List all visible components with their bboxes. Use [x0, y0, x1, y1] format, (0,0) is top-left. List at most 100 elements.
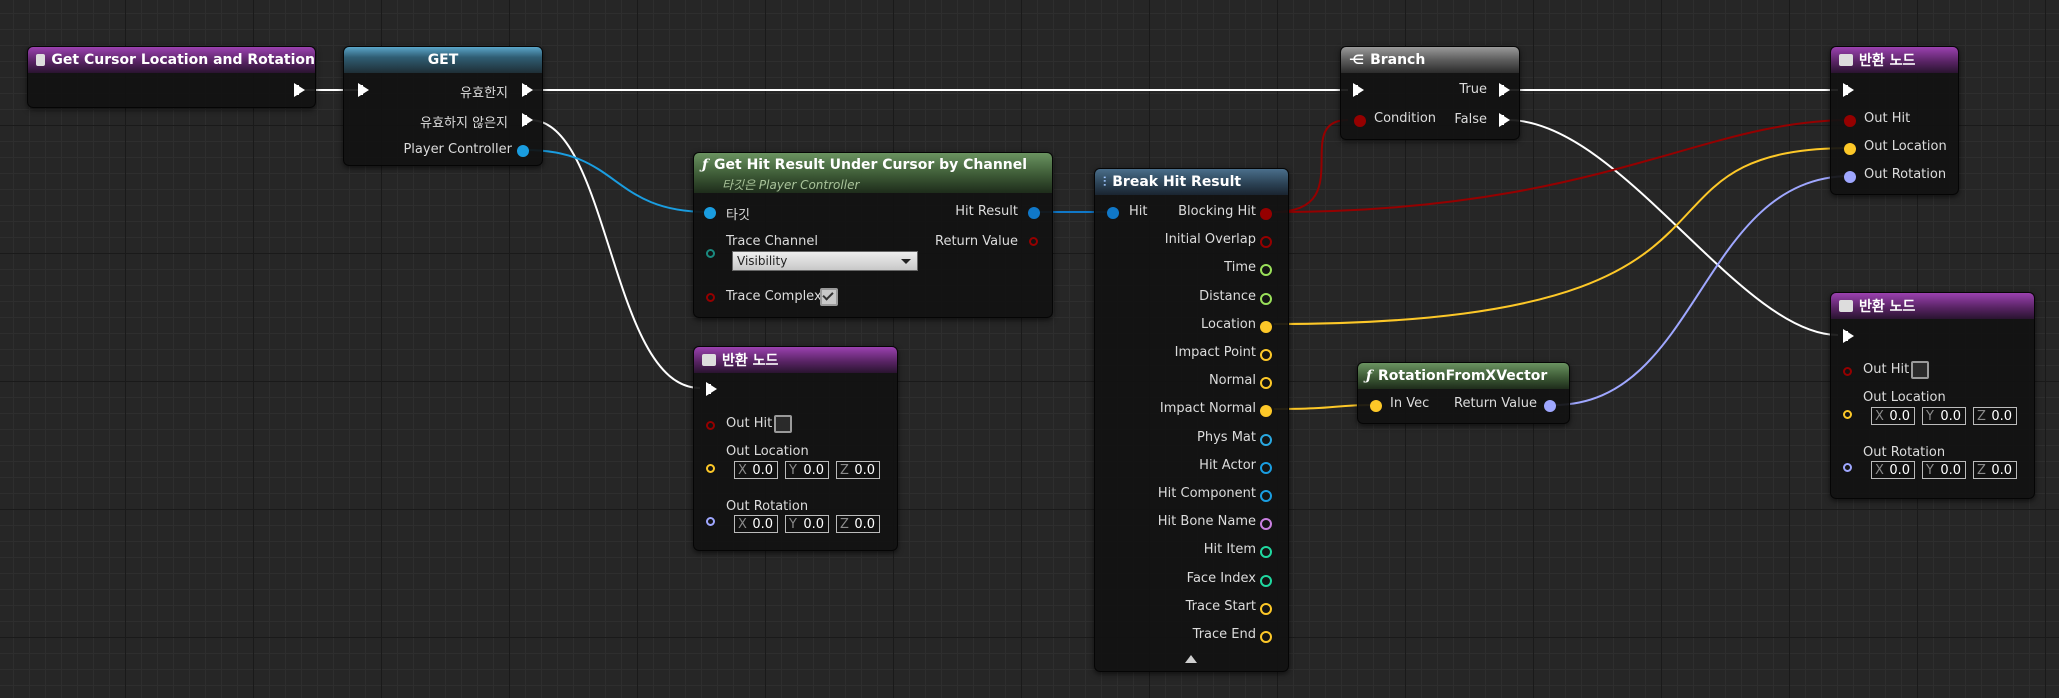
in-vec-pin[interactable] — [1370, 400, 1382, 412]
return-node-icon — [1839, 300, 1853, 312]
trace-channel-pin[interactable] — [706, 249, 715, 258]
out-rotation-pin[interactable] — [1844, 171, 1856, 183]
out-location-x-field[interactable]: X 0.0 — [734, 461, 778, 479]
hit-result-pin[interactable] — [1028, 207, 1040, 219]
out-rotation-y-field[interactable]: Y 0.0 — [1922, 461, 1966, 479]
node-get-hit-result-under-cursor[interactable]: ƒ Get Hit Result Under Cursor by Channel… — [693, 152, 1053, 318]
node-get-cursor-location-rotation[interactable]: Get Cursor Location and Rotation — [27, 46, 316, 108]
node-title: 반환 노드 — [722, 353, 779, 369]
break-pin-location[interactable] — [1260, 320, 1272, 333]
break-pin-blocking-hit[interactable] — [1260, 208, 1272, 220]
out-hit-checkbox[interactable] — [774, 415, 792, 433]
break-pin-hit-bone-name[interactable] — [1260, 518, 1272, 531]
out-rotation-z-field[interactable]: Z 0.0 — [836, 515, 880, 533]
out-hit-label: Out Hit — [1864, 111, 1911, 126]
condition-pin[interactable] — [1354, 115, 1366, 127]
break-pin-distance[interactable] — [1260, 292, 1272, 305]
out-hit-pin[interactable] — [1843, 367, 1852, 376]
chevron-down-icon — [901, 259, 911, 264]
out-location-y-field[interactable]: Y 0.0 — [1922, 407, 1966, 425]
trace-channel-dropdown[interactable]: Visibility — [732, 251, 918, 271]
out-rotation-z-field[interactable]: Z 0.0 — [1973, 461, 2017, 479]
return-value-pin[interactable] — [1544, 400, 1556, 412]
out-location-x-field[interactable]: X 0.0 — [1871, 407, 1915, 425]
node-branch[interactable]: ⋲ Branch True Condition False — [1340, 46, 1520, 140]
player-controller-pin[interactable] — [517, 145, 529, 157]
out-location-y-field[interactable]: Y 0.0 — [785, 461, 829, 479]
break-pin-initial-overlap[interactable] — [1260, 236, 1272, 249]
x-value: 0.0 — [752, 462, 773, 478]
break-pin-label: Face Index — [1186, 570, 1256, 586]
exec-input-pin[interactable] — [358, 83, 369, 97]
break-pin-hit-component[interactable] — [1260, 490, 1272, 502]
trace-channel-label: Trace Channel — [726, 234, 818, 249]
false-label: False — [1454, 112, 1487, 127]
object-wire-pc-target — [525, 149, 709, 213]
node-header: ƒ RotationFromXVector — [1358, 363, 1569, 389]
z-axis-label: Z — [840, 516, 849, 532]
out-location-z-field[interactable]: Z 0.0 — [836, 461, 880, 479]
node-break-hit-result[interactable]: ⫶ Break Hit Result Hit Blocking Hit Initi… — [1094, 168, 1289, 672]
collapse-arrow-icon[interactable] — [1185, 655, 1197, 663]
break-pin-label: Initial Overlap — [1164, 232, 1256, 248]
exec-input-pin[interactable] — [1353, 83, 1364, 97]
break-pin-phys-mat[interactable] — [1260, 433, 1272, 446]
out-rotation-pin[interactable] — [706, 517, 715, 526]
break-pin-time[interactable] — [1260, 264, 1272, 277]
node-return-true[interactable]: 반환 노드 Out Hit Out Location Out Rotation — [1830, 46, 1959, 195]
target-pin[interactable] — [704, 207, 716, 219]
out-rotation-x-field[interactable]: X 0.0 — [1871, 461, 1915, 479]
node-return-invalid[interactable]: 반환 노드 Out Hit Out Location X 0.0 Y 0.0 Z 0.… — [693, 346, 898, 551]
node-header: ⋲ Branch — [1341, 47, 1519, 73]
out-location-z-field[interactable]: Z 0.0 — [1973, 407, 2017, 425]
node-get[interactable]: GET 유효한지 유효하지 않은지 Player Controller — [343, 46, 543, 166]
exec-true-pin[interactable] — [1499, 83, 1510, 97]
break-pin-normal[interactable] — [1260, 377, 1272, 390]
break-pin-face-index[interactable] — [1260, 574, 1272, 587]
trace-complex-checkbox[interactable] — [820, 288, 838, 306]
break-pin-hit-item[interactable] — [1260, 546, 1272, 559]
function-icon: ƒ — [1366, 368, 1373, 384]
true-label: True — [1459, 82, 1487, 97]
in-vec-label: In Vec — [1390, 396, 1430, 411]
out-location-pin[interactable] — [1843, 410, 1852, 419]
out-rotation-pin[interactable] — [1843, 463, 1852, 472]
break-pin-trace-start[interactable] — [1260, 602, 1272, 615]
exec-valid-pin[interactable] — [522, 83, 533, 97]
break-pin-hit-actor[interactable] — [1260, 461, 1272, 474]
z-axis-label: Z — [840, 462, 849, 478]
exec-input-pin[interactable] — [1843, 329, 1854, 343]
out-location-pin[interactable] — [706, 464, 715, 473]
node-header: ⫶ Break Hit Result — [1095, 169, 1288, 195]
node-header: 반환 노드 — [1831, 293, 2034, 319]
out-rotation-x-field[interactable]: X 0.0 — [734, 515, 778, 533]
exec-invalid-pin[interactable] — [522, 113, 533, 127]
exec-input-pin[interactable] — [1843, 83, 1854, 97]
x-value: 0.0 — [1889, 462, 1910, 478]
rotator-wire-return-outrotation — [1553, 175, 1852, 406]
break-pin-impact-normal[interactable] — [1260, 405, 1272, 418]
out-hit-pin[interactable] — [706, 421, 715, 430]
exec-false-pin[interactable] — [1499, 113, 1510, 127]
out-location-label: Out Location — [726, 444, 809, 459]
node-title: Break Hit Result — [1112, 174, 1242, 190]
break-pin-label: Impact Normal — [1159, 401, 1256, 417]
exec-input-pin[interactable] — [706, 382, 717, 396]
out-rotation-y-field[interactable]: Y 0.0 — [785, 515, 829, 533]
function-icon: ƒ — [702, 157, 709, 173]
node-return-false[interactable]: 반환 노드 Out Hit Out Location X 0.0 Y 0.0 Z 0.… — [1830, 292, 2035, 499]
break-pin-impact-point[interactable] — [1260, 349, 1272, 361]
node-rotation-from-x-vector[interactable]: ƒ RotationFromXVector In Vec Return Valu… — [1357, 362, 1570, 424]
break-pin-label: Trace End — [1192, 627, 1256, 642]
out-location-pin[interactable] — [1844, 143, 1856, 155]
trace-complex-pin[interactable] — [706, 293, 715, 302]
return-node-icon — [1839, 54, 1853, 66]
out-hit-pin[interactable] — [1844, 115, 1856, 127]
return-value-pin[interactable] — [1029, 237, 1038, 246]
hit-input-pin[interactable] — [1107, 207, 1119, 219]
break-pin-trace-end[interactable] — [1260, 631, 1272, 643]
hit-input-label: Hit — [1129, 204, 1148, 219]
exec-output-pin[interactable] — [294, 83, 305, 97]
node-subtitle: 타깃은 Player Controller — [722, 178, 860, 192]
out-hit-checkbox[interactable] — [1911, 361, 1929, 379]
